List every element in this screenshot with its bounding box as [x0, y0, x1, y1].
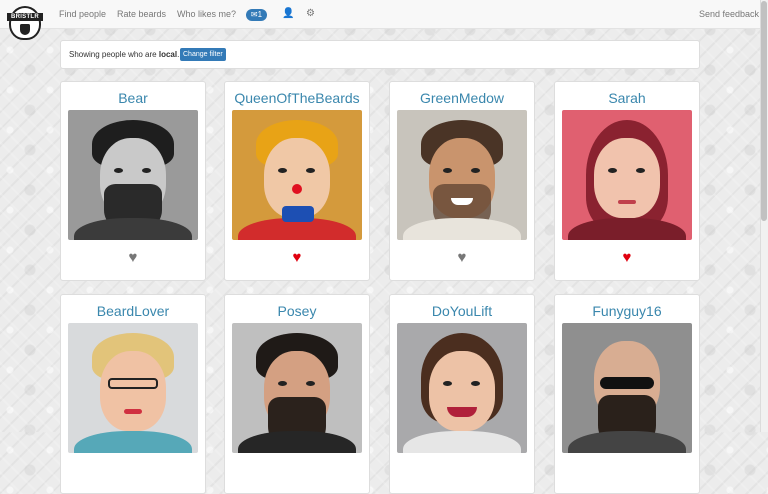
logo-text: BRISTLR	[7, 13, 43, 21]
profile-name-link[interactable]: QueenOfTheBeards	[225, 88, 369, 108]
profile-card: QueenOfTheBeards ♥	[224, 81, 370, 281]
nav-rate-beards[interactable]: Rate beards	[117, 0, 166, 28]
profile-photo[interactable]	[68, 323, 198, 453]
like-heart-icon[interactable]: ♥	[225, 250, 369, 266]
scrollbar[interactable]	[760, 0, 768, 432]
profile-card: Bear ♥	[60, 81, 206, 281]
profile-photo[interactable]	[68, 110, 198, 240]
gear-icon[interactable]: ⚙	[306, 8, 315, 20]
profile-card: Posey	[224, 294, 370, 494]
profile-card: Sarah ♥	[554, 81, 700, 281]
filter-value: local	[158, 50, 178, 59]
like-heart-icon[interactable]: ♥	[555, 250, 699, 266]
profile-card: DoYouLift	[389, 294, 535, 494]
profile-name-link[interactable]: Posey	[225, 301, 369, 321]
filter-suffix: .	[177, 50, 180, 59]
envelope-icon: ✉	[250, 10, 258, 19]
profile-photo[interactable]	[397, 323, 527, 453]
scrollbar-thumb[interactable]	[761, 1, 767, 221]
filter-panel: Showing people who are local. Change fil…	[60, 40, 700, 69]
profile-card: Funyguy16	[554, 294, 700, 494]
send-feedback-link[interactable]: Send feedback	[699, 0, 759, 28]
profile-photo[interactable]	[232, 323, 362, 453]
user-icon[interactable]: 👤	[282, 8, 294, 20]
profile-name-link[interactable]: Bear	[61, 88, 205, 108]
beard-icon	[20, 24, 30, 35]
profile-name-link[interactable]: Sarah	[555, 88, 699, 108]
filter-description: Showing people who are local.	[69, 41, 179, 68]
top-navbar: BRISTLR Find people Rate beards Who like…	[0, 0, 760, 40]
profile-name-link[interactable]: Funyguy16	[555, 301, 699, 321]
nav-find-people[interactable]: Find people	[59, 0, 106, 28]
profile-photo[interactable]	[562, 323, 692, 453]
message-count: 1	[257, 10, 263, 19]
profile-photo[interactable]	[562, 110, 692, 240]
profile-photo[interactable]	[232, 110, 362, 240]
filter-prefix: Showing people who are	[69, 50, 159, 59]
bristlr-logo[interactable]: BRISTLR	[7, 6, 43, 40]
change-filter-button[interactable]: Change filter	[180, 48, 226, 61]
messages-button[interactable]: ✉1	[246, 9, 267, 21]
like-heart-icon[interactable]: ♥	[61, 250, 205, 266]
nav-who-likes-me[interactable]: Who likes me?	[177, 0, 236, 28]
like-heart-icon[interactable]: ♥	[390, 250, 534, 266]
profile-photo[interactable]	[397, 110, 527, 240]
profile-name-link[interactable]: GreenMedow	[390, 88, 534, 108]
profile-card: GreenMedow ♥	[389, 81, 535, 281]
profile-card: BeardLover	[60, 294, 206, 494]
profile-name-link[interactable]: BeardLover	[61, 301, 205, 321]
profile-name-link[interactable]: DoYouLift	[390, 301, 534, 321]
